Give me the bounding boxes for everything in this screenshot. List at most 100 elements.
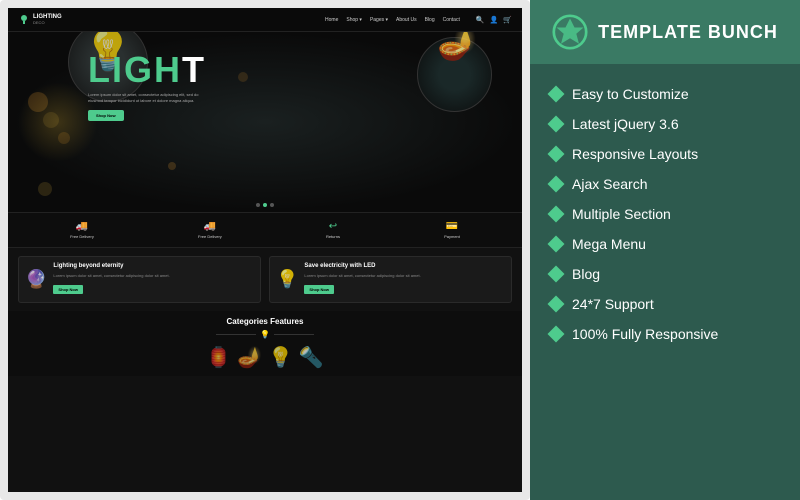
nav-links: Home Shop ▾ Pages ▾ About Us Blog Contac… [325,17,460,23]
feature-text-4: Multiple Section [572,206,671,222]
feature-text-3: Ajax Search [572,176,647,192]
bokeh-2 [58,132,70,144]
product-card-1: 🔮 Lighting beyond eternity Lorem ipsum d… [18,256,261,303]
product-cards: 🔮 Lighting beyond eternity Lorem ipsum d… [8,248,522,311]
lamp-right: 🪔 [437,32,477,62]
brand-header: TEMPLATE BUNCH [530,0,800,64]
hero-shop-btn[interactable]: Shop Now [88,110,124,121]
nav-about[interactable]: About Us [396,17,417,23]
tb-logo [552,14,588,50]
user-icon[interactable]: 👤 [490,16,499,24]
service-returns: ↩ Returns [326,221,340,239]
diamond-icon-6 [548,266,565,283]
logo-sub: DECO [33,20,62,25]
nav-pages[interactable]: Pages ▾ [370,17,388,23]
diamond-icon-5 [548,236,565,253]
categories-title: Categories Features [18,317,512,326]
feature-item-8: 100% Fully Responsive [550,322,780,346]
hero-title-green: LIGH [88,49,182,90]
feature-item-7: 24*7 Support [550,292,780,316]
service-row: 🚚 Free Delivery 🚚 Free Delivery ↩ Return… [8,212,522,248]
feature-item-2: Responsive Layouts [550,142,780,166]
bokeh-3 [43,112,59,128]
diamond-icon-3 [548,176,565,193]
feature-text-5: Mega Menu [572,236,646,252]
bokeh-1 [28,92,48,112]
nav-blog[interactable]: Blog [425,17,435,23]
service-payment: 💳 Payment [444,221,460,239]
site-preview: LIGHTING DECO Home Shop ▾ Pages ▾ About … [8,8,522,492]
service-free-delivery-1: 🚚 Free Delivery [70,221,94,239]
feature-item-3: Ajax Search [550,172,780,196]
nav-shop[interactable]: Shop ▾ [346,17,362,23]
lamp-preview-3: 💡 [268,345,293,370]
divider: 💡 [18,330,512,339]
feature-text-7: 24*7 Support [572,296,654,312]
hero-title-white: T [182,49,206,90]
lamp-previews: 🏮 🪔 💡 🔦 [18,345,512,370]
navbar: LIGHTING DECO Home Shop ▾ Pages ▾ About … [8,8,522,32]
feature-text-8: 100% Fully Responsive [572,326,718,342]
feature-text-1: Latest jQuery 3.6 [572,116,679,132]
diamond-icon-4 [548,206,565,223]
website-preview: LIGHTING DECO Home Shop ▾ Pages ▾ About … [0,0,530,500]
returns-label: Returns [326,234,340,239]
service-free-delivery-2: 🚚 Free Delivery [198,221,222,239]
nav-icons: 🔍 👤 🛒 [476,16,512,24]
feature-text-2: Responsive Layouts [572,146,698,162]
hero-dots [256,203,274,207]
feature-item-6: Blog [550,262,780,286]
product-img-2: 💡 [276,269,298,290]
returns-icon: ↩ [329,221,337,232]
feature-item-4: Multiple Section [550,202,780,226]
lamp-preview-1: 🏮 [206,345,231,370]
payment-icon: 💳 [446,221,458,232]
delivery-icon-2: 🚚 [204,221,216,232]
product-desc-2: Lorem ipsum dolor sit amet, consectetur … [304,273,420,279]
dot-3[interactable] [270,203,274,207]
product-title-2: Save electricity with LED [304,263,420,271]
product-content-1: Lighting beyond eternity Lorem ipsum dol… [53,263,169,296]
diamond-icon-1 [548,116,565,133]
feature-item-1: Latest jQuery 3.6 [550,112,780,136]
hero-subtitle: Lorem ipsum dolor sit amet, consectetur … [88,92,208,104]
hero-text: LIGHT Lorem ipsum dolor sit amet, consec… [88,52,362,122]
diamond-icon-2 [548,146,565,163]
dot-1[interactable] [256,203,260,207]
feature-item-0: Easy to Customize [550,82,780,106]
feature-list: Easy to Customize Latest jQuery 3.6 Resp… [530,72,800,356]
lamp-preview-4: 🔦 [299,345,324,370]
nav-logo: LIGHTING DECO [18,14,62,26]
product-btn-1[interactable]: Shop Now [53,285,83,294]
diamond-icon-7 [548,296,565,313]
delivery-label-2: Free Delivery [198,234,222,239]
product-btn-2[interactable]: Shop Now [304,285,334,294]
product-content-2: Save electricity with LED Lorem ipsum do… [304,263,420,296]
brand-name: TEMPLATE BUNCH [598,22,778,43]
bokeh-5 [38,182,52,196]
payment-label: Payment [444,234,460,239]
delivery-icon-1: 🚚 [76,221,88,232]
right-panel: TEMPLATE BUNCH Easy to Customize Latest … [530,0,800,500]
product-card-2: 💡 Save electricity with LED Lorem ipsum … [269,256,512,303]
bokeh-4 [168,162,176,170]
categories-section: Categories Features 💡 🏮 🪔 💡 🔦 [8,311,522,376]
search-icon[interactable]: 🔍 [476,16,485,24]
product-title-1: Lighting beyond eternity [53,263,169,271]
hero-section: 💡 🪔 LIGHT Lorem ipsum dolor sit amet, co… [8,32,522,212]
nav-home[interactable]: Home [325,17,338,23]
nav-contact[interactable]: Contact [443,17,460,23]
hero-title: LIGHT [88,52,362,88]
product-img-1: 🔮 [25,269,47,290]
logo-icon [18,14,30,26]
product-desc-1: Lorem ipsum dolor sit amet, consectetur … [53,273,169,279]
lamp-preview-2: 🪔 [237,345,262,370]
delivery-label-1: Free Delivery [70,234,94,239]
feature-text-0: Easy to Customize [572,86,689,102]
diamond-icon-0 [548,86,565,103]
cart-icon[interactable]: 🛒 [503,16,512,24]
feature-item-5: Mega Menu [550,232,780,256]
divider-icon: 💡 [260,330,270,339]
diamond-icon-8 [548,326,565,343]
dot-2[interactable] [263,203,267,207]
